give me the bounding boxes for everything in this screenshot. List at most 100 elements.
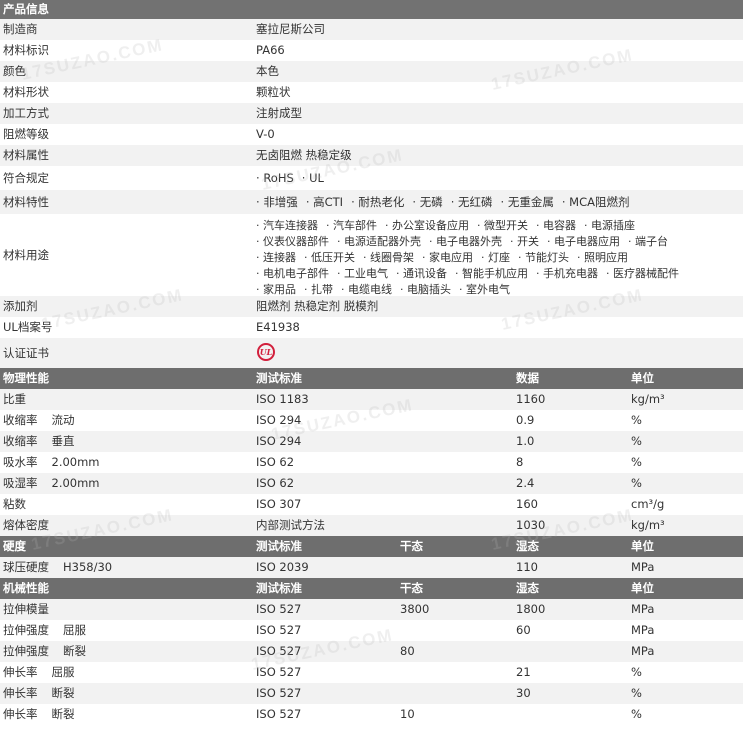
info-row: 材料属性 无卤阻燃 热稳定级 (0, 145, 743, 166)
dry-value: 10 (400, 707, 415, 721)
cert-row: 认证证书 UL (0, 338, 743, 368)
property-name-cell: 比重 (3, 389, 248, 410)
test-standard: ISO 527 (256, 623, 302, 637)
section-header-mechanical: 机械性能 测试标准 干态 湿态 单位 (0, 578, 743, 599)
column-header: 湿态 (516, 539, 539, 553)
property-row: 吸水率 2.00mm ISO 62 8% (0, 452, 743, 473)
property-name: 收缩率 (3, 413, 38, 427)
info-value: E41938 (256, 320, 300, 334)
column-header: 数据 (516, 371, 539, 385)
test-standard: ISO 2039 (256, 560, 309, 574)
data-value: 1.0 (516, 434, 535, 448)
info-label: 材料属性 (3, 148, 49, 162)
section-header-product: 产品信息 (0, 0, 743, 19)
data-value: 30 (516, 686, 531, 700)
use-tag: 微型开关 (477, 218, 528, 234)
compliance-row: 符合规定 RoHS UL (0, 166, 743, 190)
unit: kg/m³ (631, 392, 665, 406)
property-row: 拉伸模量 ISO 527 3800 1800 MPa (0, 599, 743, 620)
property-condition: 流动 (51, 413, 75, 427)
compliance-tag: RoHS (256, 166, 293, 190)
ul-logo-icon[interactable]: UL (257, 343, 275, 361)
info-value: 本色 (256, 64, 279, 78)
test-standard: ISO 527 (256, 644, 302, 658)
test-standard: ISO 1183 (256, 392, 309, 406)
info-value: 阻燃剂 热稳定剂 脱模剂 (256, 299, 379, 313)
info-label: 符合规定 (3, 171, 49, 185)
column-header: 湿态 (516, 581, 539, 595)
info-label: 材料特性 (3, 195, 49, 209)
info-label: 材料标识 (3, 43, 49, 57)
use-line: 汽车连接器汽车部件办公室设备应用微型开关电容器电源插座 (256, 218, 741, 234)
use-tag: 家电应用 (422, 250, 473, 266)
use-tag: 工业电气 (337, 266, 388, 282)
column-header: 单位 (631, 539, 654, 553)
use-tag: 照明应用 (577, 250, 628, 266)
test-standard: ISO 527 (256, 707, 302, 721)
unit: MPa (631, 602, 655, 616)
property-row: 伸长率 屈服 ISO 527 21% (0, 662, 743, 683)
unit: MPa (631, 560, 655, 574)
data-value: 1030 (516, 518, 546, 532)
feature-tag: 高CTI (306, 190, 343, 214)
property-name-cell: 拉伸强度 断裂 (3, 641, 248, 662)
use-tag: 开关 (510, 234, 539, 250)
property-row: 粘数 ISO 307 160 cm³/g (0, 494, 743, 515)
info-label: 颜色 (3, 64, 26, 78)
info-label: 制造商 (3, 22, 38, 36)
info-row: 加工方式 注射成型 (0, 103, 743, 124)
unit: MPa (631, 623, 655, 637)
info-row: 制造商 塞拉尼斯公司 (0, 19, 743, 40)
use-tag: 节能灯头 (518, 250, 569, 266)
data-value: 110 (516, 560, 538, 574)
property-name: 伸长率 (3, 665, 38, 679)
unit: cm³/g (631, 497, 665, 511)
info-row: 材料形状 颗粒状 (0, 82, 743, 103)
use-tag: 仪表仪器部件 (256, 234, 329, 250)
unit: % (631, 455, 642, 469)
use-tag: 连接器 (256, 250, 296, 266)
property-row: 熔体密度 内部测试方法 1030 kg/m³ (0, 515, 743, 536)
info-value: V-0 (256, 127, 275, 141)
info-value: 颗粒状 (256, 85, 291, 99)
use-tag: 手机充电器 (536, 266, 598, 282)
uses-row: 材料用途 汽车连接器汽车部件办公室设备应用微型开关电容器电源插座仪表仪器部件电源适… (0, 214, 743, 296)
property-row: 比重 ISO 1183 1160 kg/m³ (0, 389, 743, 410)
property-name: 比重 (3, 392, 26, 406)
datasheet-table: 产品信息 制造商 塞拉尼斯公司 材料标识 PA66 颜色 本色 材料形状 颗粒状 加工方式 注射成型… (0, 0, 743, 725)
data-value: 21 (516, 665, 531, 679)
column-header: 单位 (631, 581, 654, 595)
column-header: 干态 (400, 581, 423, 595)
use-tag: 电源适配器外壳 (337, 234, 421, 250)
test-standard: ISO 294 (256, 434, 302, 448)
unit: % (631, 665, 642, 679)
use-tag: 电容器 (536, 218, 576, 234)
data-value: 60 (516, 623, 531, 637)
property-name-cell: 伸长率 断裂 (3, 704, 248, 725)
test-standard: ISO 62 (256, 455, 295, 469)
property-row: 球压硬度 H358/30 ISO 2039 110 MPa (0, 557, 743, 578)
use-tag: 电机电子部件 (256, 266, 329, 282)
property-name-cell: 吸水率 2.00mm (3, 452, 248, 473)
use-line: 仪表仪器部件电源适配器外壳电子电器外壳开关电子电器应用端子台 (256, 234, 741, 250)
property-condition: 断裂 (51, 707, 75, 721)
use-tag: 汽车连接器 (256, 218, 318, 234)
property-name-cell: 收缩率 垂直 (3, 431, 248, 452)
compliance-tags: RoHS UL (256, 166, 736, 190)
property-name-cell: 伸长率 屈服 (3, 662, 248, 683)
feature-tag: MCA阻燃剂 (562, 190, 629, 214)
test-standard: ISO 294 (256, 413, 302, 427)
info-label: 阻燃等级 (3, 127, 49, 141)
unit: MPa (631, 644, 655, 658)
property-name: 伸长率 (3, 707, 38, 721)
property-name: 伸长率 (3, 686, 38, 700)
property-name-cell: 粘数 (3, 494, 248, 515)
test-standard: ISO 307 (256, 497, 302, 511)
property-condition: 屈服 (63, 623, 86, 637)
column-header: 测试标准 (256, 539, 302, 553)
info-label: UL档案号 (3, 320, 53, 334)
column-header: 单位 (631, 371, 654, 385)
test-standard: ISO 527 (256, 686, 302, 700)
feature-tag: 非增强 (256, 190, 298, 214)
feature-tag: 无红磷 (451, 190, 493, 214)
